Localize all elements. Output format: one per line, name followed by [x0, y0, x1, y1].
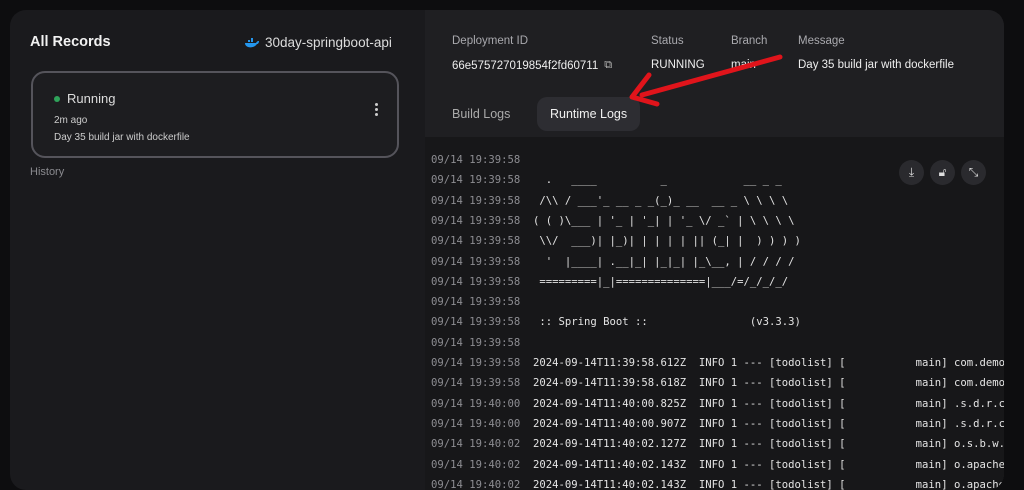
unlock-icon[interactable]: 🔓︎ — [930, 160, 955, 185]
log-message: 2024-09-14T11:39:58.612Z INFO 1 --- [tod… — [533, 357, 1004, 369]
log-timestamp: 09/14 19:40:02 — [431, 478, 521, 490]
log-line: 09/14 19:40:02 2024-09-14T11:40:02.143Z I… — [431, 455, 1004, 475]
log-line: 09/14 19:40:02 2024-09-14T11:40:02.127Z I… — [431, 434, 1004, 454]
log-message: 2024-09-14T11:40:02.127Z INFO 1 --- [tod… — [533, 438, 1004, 451]
log-message: ( ( )\___ | '_ | '_| | '_ \/ _` | \ \ \ … — [533, 214, 795, 227]
log-message: /\\ / ___'_ __ _ _(_)_ __ __ _ \ \ \ \ — [533, 194, 789, 207]
log-timestamp: 09/14 19:39:58 — [431, 316, 521, 329]
records-panel: All Records 30day-springboot-api Running… — [10, 10, 425, 490]
log-timestamp: 09/14 19:39:58 — [431, 255, 521, 268]
deployment-age: 2m ago — [54, 115, 88, 126]
project-link[interactable]: 30day-springboot-api — [244, 35, 392, 50]
deployment-id-label: Deployment ID — [452, 35, 529, 47]
more-options-icon[interactable] — [375, 103, 379, 118]
log-message: \\/ ___)| |_)| | | | | || (_| | ) ) ) ) — [533, 235, 801, 248]
log-line: 09/14 19:40:00 2024-09-14T11:40:00.907Z I… — [431, 414, 1004, 434]
tab-build-logs[interactable]: Build Logs — [439, 97, 523, 131]
deployment-message: Day 35 build jar with dockerfile — [54, 132, 190, 143]
copy-icon[interactable]: ⧉ — [604, 59, 612, 72]
log-line: 09/14 19:39:58 ' |____| .__|_| |_|_| |_\… — [431, 252, 795, 272]
log-message: =========|_|==============|___/=/_/_/_/ — [533, 275, 789, 288]
log-message: 2024-09-14T11:40:02.143Z INFO 1 --- [tod… — [533, 478, 1004, 490]
log-timestamp: 09/14 19:40:00 — [431, 417, 521, 430]
log-line: 09/14 19:39:58 . ____ _ __ _ _ — [431, 170, 782, 190]
log-line: 09/14 19:40:02 2024-09-14T11:40:02.143Z I… — [431, 475, 1004, 490]
log-message: 2024-09-14T11:40:02.143Z INFO 1 --- [tod… — [533, 458, 1004, 471]
log-line: 09/14 19:39:58 :: Spring Boot :: (v3.3.3… — [431, 312, 801, 332]
download-icon[interactable]: ⤓ — [899, 160, 924, 185]
tab-runtime-logs[interactable]: Runtime Logs — [537, 97, 641, 131]
collapse-icon[interactable]: ⤡ — [961, 160, 986, 185]
deployment-id: 66e575727019854f2fd60711 — [452, 59, 599, 72]
log-message: :: Spring Boot :: (v3.3.3) — [533, 316, 801, 329]
log-timestamp: 09/14 19:39:58 — [431, 377, 521, 390]
log-timestamp: 09/14 19:39:58 — [431, 357, 521, 369]
log-message: 2024-09-14T11:40:00.825Z INFO 1 --- [tod… — [533, 397, 1004, 410]
log-line: 09/14 19:39:58 2024-09-14T11:39:58.612Z I… — [431, 353, 1004, 373]
log-message: 2024-09-14T11:40:00.907Z INFO 1 --- [tod… — [533, 417, 1004, 430]
log-timestamp: 09/14 19:39:58 — [431, 174, 521, 187]
docker-icon — [245, 37, 259, 47]
status-value: RUNNING — [651, 59, 705, 71]
log-timestamp: 09/14 19:39:58 — [431, 194, 521, 207]
log-timestamp: 09/14 19:39:58 — [431, 154, 521, 166]
log-message: 2024-09-14T11:39:58.618Z INFO 1 --- [tod… — [533, 377, 1004, 390]
log-line: 09/14 19:39:58 =========|_|=============… — [431, 272, 788, 292]
message-label: Message — [798, 35, 845, 47]
history-heading: History — [30, 166, 65, 178]
status-label: Status — [651, 35, 684, 47]
app-window: All Records 30day-springboot-api Running… — [10, 10, 1004, 490]
log-timestamp: 09/14 19:40:00 — [431, 397, 521, 410]
log-timestamp: 09/14 19:40:02 — [431, 458, 521, 471]
log-timestamp: 09/14 19:40:02 — [431, 438, 521, 451]
log-line: 09/14 19:39:58 /\\ / ___'_ __ _ _(_)_ __… — [431, 191, 788, 211]
log-line: 09/14 19:39:58 — [431, 150, 533, 170]
status-dot-icon — [54, 95, 60, 102]
page-title: All Records — [30, 34, 111, 50]
project-name: 30day-springboot-api — [265, 35, 392, 50]
log-timestamp: 09/14 19:39:58 — [431, 336, 521, 349]
log-line: 09/14 19:39:58 2024-09-14T11:39:58.618Z I… — [431, 373, 1004, 393]
log-line: 09/14 19:39:58 \\/ ___)| |_)| | | | | ||… — [431, 231, 801, 251]
log-line: 09/14 19:39:58 ( ( )\___ | '_ | '_| | '_ … — [431, 211, 795, 231]
message-value: Day 35 build jar with dockerfile — [798, 59, 954, 71]
log-timestamp: 09/14 19:39:58 — [431, 275, 521, 288]
deployment-card[interactable]: Running 2m ago Day 35 build jar with doc… — [31, 71, 399, 158]
log-timestamp: 09/14 19:39:58 — [431, 214, 521, 227]
branch-label: Branch — [731, 35, 768, 47]
log-timestamp: 09/14 19:39:58 — [431, 296, 521, 309]
log-message: ' |____| .__|_| |_|_| |_\__, | / / / / — [533, 255, 795, 268]
branch-value: main — [731, 59, 756, 71]
log-line: 09/14 19:40:00 2024-09-14T11:40:00.825Z I… — [431, 394, 1004, 414]
log-message: . ____ _ __ _ _ — [533, 174, 782, 187]
deployment-details: Deployment ID 66e575727019854f2fd60711 ⧉… — [425, 10, 1004, 490]
status-label: Running — [67, 91, 116, 106]
log-line: 09/14 19:39:58 — [431, 333, 533, 353]
log-viewer[interactable]: 09/14 19:39:58 09/14 19:39:58 . ____ _ __… — [425, 137, 1004, 490]
log-timestamp: 09/14 19:39:58 — [431, 235, 521, 248]
log-line: 09/14 19:39:58 — [431, 292, 533, 312]
